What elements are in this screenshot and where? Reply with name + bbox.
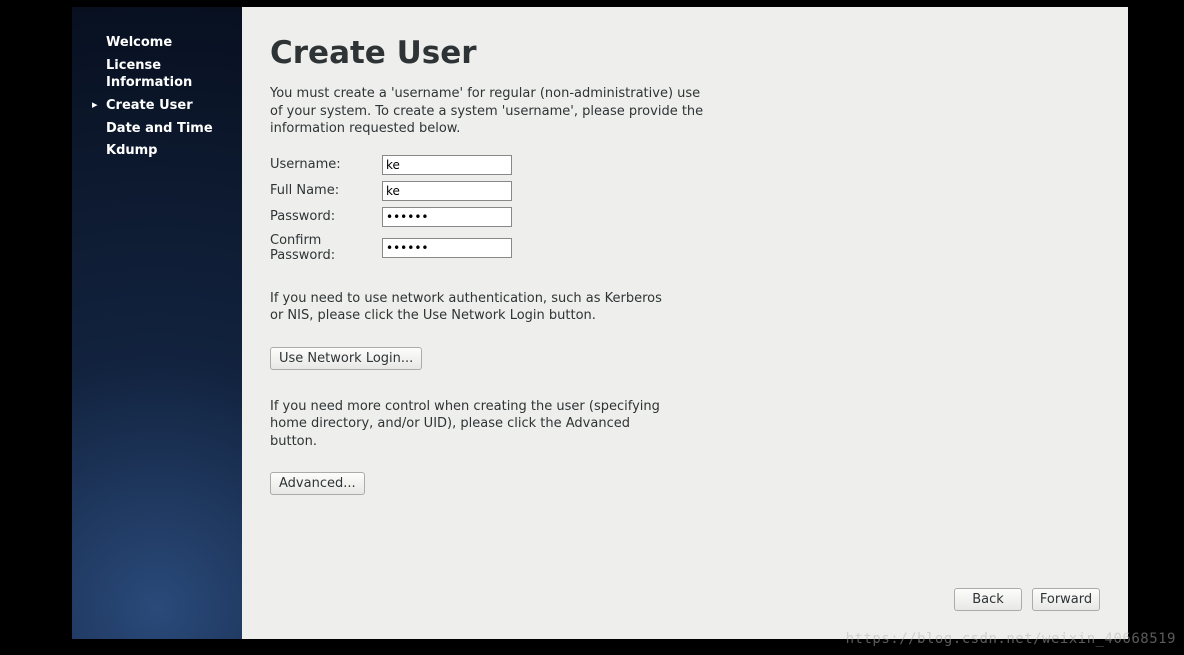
user-form: Username: Full Name: Password: Confirm P… <box>270 152 1100 266</box>
page-title: Create User <box>270 35 1100 71</box>
sidebar-item-welcome[interactable]: Welcome <box>92 32 232 55</box>
setup-window: Welcome License Information Create User … <box>72 7 1128 639</box>
sidebar-item-license[interactable]: License Information <box>92 55 232 95</box>
fullname-label: Full Name: <box>270 178 382 204</box>
sidebar-item-kdump[interactable]: Kdump <box>92 140 232 163</box>
password-input[interactable] <box>382 207 512 227</box>
page-description: You must create a 'username' for regular… <box>270 85 710 138</box>
sidebar-item-date-time[interactable]: Date and Time <box>92 118 232 141</box>
main-content: Create User You must create a 'username'… <box>242 7 1128 639</box>
sidebar: Welcome License Information Create User … <box>72 7 242 639</box>
footer-buttons: Back Forward <box>954 588 1100 611</box>
network-login-info: If you need to use network authenticatio… <box>270 290 670 325</box>
advanced-button[interactable]: Advanced... <box>270 472 365 495</box>
forward-button[interactable]: Forward <box>1032 588 1100 611</box>
use-network-login-button[interactable]: Use Network Login... <box>270 347 422 370</box>
confirm-password-input[interactable] <box>382 238 512 258</box>
advanced-info: If you need more control when creating t… <box>270 398 670 451</box>
password-label: Password: <box>270 204 382 230</box>
sidebar-item-create-user[interactable]: Create User <box>92 95 232 118</box>
fullname-input[interactable] <box>382 181 512 201</box>
back-button[interactable]: Back <box>954 588 1022 611</box>
confirm-password-label: Confirm Password: <box>270 230 382 266</box>
username-input[interactable] <box>382 155 512 175</box>
watermark: https://blog.csdn.net/weixin_40668519 <box>846 631 1176 647</box>
username-label: Username: <box>270 152 382 178</box>
